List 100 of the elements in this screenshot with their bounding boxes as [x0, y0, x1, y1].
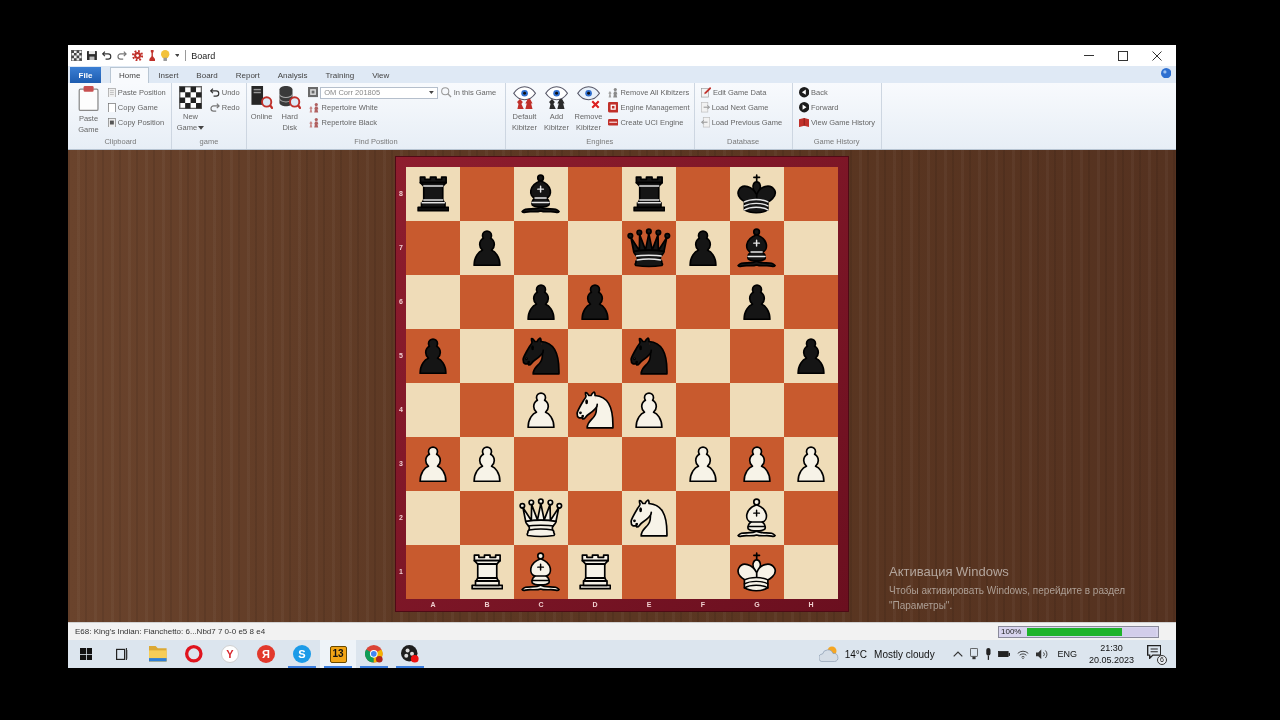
pawn-icon[interactable]	[689, 229, 717, 267]
battery-icon[interactable]	[998, 650, 1011, 658]
taskbar-button[interactable]: Y	[212, 640, 248, 668]
board-square[interactable]	[514, 275, 568, 329]
pawn-icon[interactable]	[689, 445, 717, 483]
king-icon[interactable]	[736, 173, 778, 215]
board-square[interactable]	[406, 167, 460, 221]
pawn-icon[interactable]	[743, 283, 771, 321]
help-icon[interactable]	[1160, 67, 1171, 79]
board-square[interactable]	[730, 545, 784, 599]
monitor-icon[interactable]	[969, 648, 978, 660]
board-square[interactable]	[460, 221, 514, 275]
pawn-icon[interactable]	[797, 445, 825, 483]
board-square[interactable]	[784, 329, 838, 383]
ribbon-tab[interactable]: Analysis	[268, 67, 317, 83]
board-square[interactable]	[514, 167, 568, 221]
taskbar-button[interactable]: 13	[320, 640, 356, 668]
file-menu-button[interactable]: File	[70, 67, 101, 83]
board-square[interactable]	[622, 383, 676, 437]
task-view-icon	[115, 647, 129, 661]
bishop-icon[interactable]	[521, 174, 561, 214]
pawn-icon[interactable]	[473, 445, 501, 483]
arrow-left-icon	[700, 117, 710, 128]
gear-icon[interactable]	[131, 49, 143, 62]
pawn-icon[interactable]	[527, 391, 555, 429]
board-square[interactable]	[730, 275, 784, 329]
rook-icon[interactable]	[416, 176, 450, 212]
pawn-icon[interactable]	[473, 229, 501, 267]
board-square[interactable]	[730, 491, 784, 545]
king-icon[interactable]	[736, 551, 778, 593]
minimize-icon	[1084, 55, 1094, 56]
weather-text: Mostly cloudy	[874, 648, 935, 660]
chevron-up-icon[interactable]	[952, 651, 963, 657]
clipboard-icon	[76, 86, 101, 111]
disc-icon	[401, 645, 419, 663]
checkerboard-icon	[71, 49, 83, 62]
ribbon-tab[interactable]: Training	[316, 67, 364, 83]
pawn-icon[interactable]	[743, 445, 771, 483]
board-square[interactable]	[730, 167, 784, 221]
board-square[interactable]	[784, 437, 838, 491]
board-square[interactable]	[514, 545, 568, 599]
ribbon-tab[interactable]: Home	[110, 67, 150, 83]
board-square[interactable]	[676, 221, 730, 275]
board-square[interactable]	[514, 491, 568, 545]
queen-icon[interactable]	[627, 228, 671, 268]
square-icon	[308, 87, 319, 98]
bishop-icon[interactable]	[737, 498, 777, 538]
chess-pieces-icon	[309, 102, 320, 113]
pawn-icon[interactable]	[419, 445, 447, 483]
microphone-icon[interactable]	[984, 648, 992, 660]
temperature-text: 14°C	[844, 648, 868, 660]
board-square[interactable]	[514, 383, 568, 437]
board-square[interactable]	[622, 221, 676, 275]
taskbar-button[interactable]: Я	[248, 640, 284, 668]
pawn-icon[interactable]	[635, 391, 663, 429]
close-icon	[1152, 50, 1162, 61]
page-icon	[108, 102, 116, 113]
rook-icon[interactable]	[632, 176, 666, 212]
eye-icon	[512, 86, 537, 110]
board-square[interactable]	[622, 167, 676, 221]
book-icon	[798, 117, 809, 128]
wifi-icon[interactable]	[1017, 649, 1030, 659]
volume-icon[interactable]	[1036, 648, 1049, 660]
bishop-icon[interactable]	[521, 552, 561, 592]
language-button[interactable]: ENG	[1055, 649, 1079, 659]
knight-icon[interactable]	[575, 390, 615, 430]
queen-icon[interactable]	[519, 498, 563, 538]
board-square[interactable]	[406, 437, 460, 491]
caret-icon[interactable]	[174, 54, 180, 57]
app-logo: S	[293, 645, 311, 663]
save-icon[interactable]	[87, 50, 98, 61]
ribbon-tab[interactable]: Board	[187, 67, 227, 83]
rook-icon[interactable]	[470, 554, 504, 590]
undo-icon	[210, 88, 220, 97]
board-square[interactable]	[730, 437, 784, 491]
board-square[interactable]	[676, 437, 730, 491]
rook-icon[interactable]	[578, 554, 612, 590]
pawn-icon[interactable]	[527, 283, 555, 321]
board-square[interactable]	[568, 383, 622, 437]
board-square[interactable]	[568, 545, 622, 599]
activation-title: Активация Windows	[889, 564, 1009, 579]
ribbon-tab[interactable]: Report	[226, 67, 269, 83]
figure-icon[interactable]	[147, 49, 157, 62]
board-square[interactable]	[460, 545, 514, 599]
bishop-icon[interactable]	[737, 228, 777, 268]
search-icon	[441, 87, 452, 98]
board-square[interactable]	[460, 437, 514, 491]
activation-text: Чтобы активировать Windows, перейдите в раздел "Параметры".	[889, 584, 1127, 613]
board-square[interactable]	[622, 491, 676, 545]
undo-icon[interactable]	[102, 51, 112, 60]
square-icon	[608, 102, 619, 113]
redo-icon[interactable]	[116, 51, 127, 60]
knight-icon[interactable]	[629, 498, 669, 538]
ribbon-tab[interactable]: Insert	[149, 67, 188, 83]
progress-label: 100%	[1001, 627, 1023, 636]
clock-button[interactable]: 21:30 20.05.2023	[1086, 642, 1136, 666]
ribbon-tab[interactable]: View	[363, 67, 399, 83]
taskbar-button[interactable]: S	[284, 640, 320, 668]
caret-icon	[429, 91, 435, 94]
pawn-icon[interactable]	[797, 337, 825, 375]
